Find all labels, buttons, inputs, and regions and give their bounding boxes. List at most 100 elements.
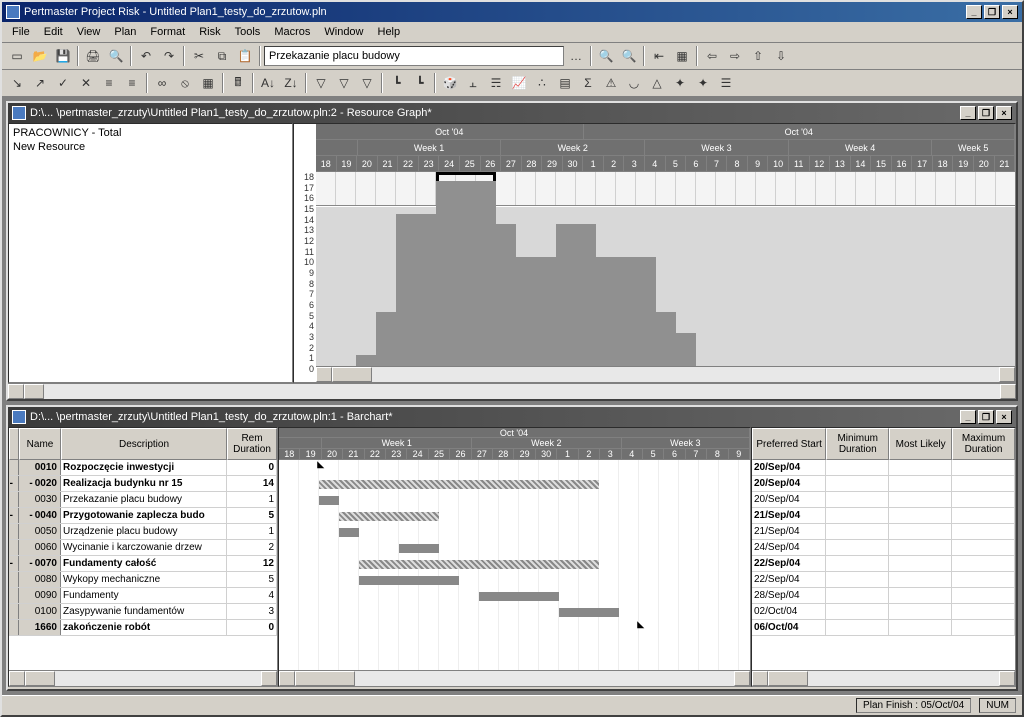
- risk-icon[interactable]: ⚠: [600, 72, 622, 94]
- cross-icon[interactable]: ✕: [75, 72, 97, 94]
- report-icon[interactable]: ▤: [554, 72, 576, 94]
- child2-max-button[interactable]: ❐: [978, 410, 994, 424]
- close-button[interactable]: ×: [1002, 5, 1018, 19]
- table-row[interactable]: 21/Sep/04: [752, 508, 1015, 524]
- extras-h-scrollbar[interactable]: [752, 670, 1015, 686]
- arrow-down-icon[interactable]: ⇩: [770, 45, 792, 67]
- trend-icon[interactable]: 📈: [508, 72, 530, 94]
- table-row[interactable]: 21/Sep/04: [752, 524, 1015, 540]
- filter3-icon[interactable]: ▽: [356, 72, 378, 94]
- paste-icon[interactable]: 📋: [234, 45, 256, 67]
- barchart-titlebar[interactable]: D:\... \pertmaster_zrzuty\Untitled Plan1…: [8, 407, 1016, 427]
- task-search-input[interactable]: [264, 46, 564, 66]
- link-icon[interactable]: ↘: [6, 72, 28, 94]
- scatter-icon[interactable]: ∴: [531, 72, 553, 94]
- validate-icon[interactable]: ✓: [52, 72, 74, 94]
- dice-icon[interactable]: 🎲: [439, 72, 461, 94]
- table-row[interactable]: 20/Sep/04: [752, 460, 1015, 476]
- table-row[interactable]: 28/Sep/04: [752, 588, 1015, 604]
- print-icon[interactable]: 🖨: [82, 45, 104, 67]
- col-name[interactable]: Name: [19, 428, 61, 460]
- col-rem[interactable]: Rem Duration: [227, 428, 277, 460]
- outdent-icon[interactable]: ≡: [98, 72, 120, 94]
- goto-start-icon[interactable]: ⇤: [648, 45, 670, 67]
- break-icon[interactable]: ⦸: [174, 72, 196, 94]
- col-max[interactable]: Maximum Duration: [952, 428, 1015, 460]
- child2-min-button[interactable]: _: [960, 410, 976, 424]
- resource-graph-titlebar[interactable]: D:\... \pertmaster_zrzuty\Untitled Plan1…: [8, 103, 1016, 123]
- col-desc[interactable]: Description: [61, 428, 227, 460]
- table-row[interactable]: 20/Sep/04: [752, 492, 1015, 508]
- extras-grid[interactable]: Preferred Start Minimum Duration Most Li…: [751, 427, 1016, 687]
- task-grid[interactable]: Name Description Rem Duration 0010Rozpoc…: [8, 427, 278, 687]
- preview-icon[interactable]: 🔍: [105, 45, 127, 67]
- sort-desc-icon[interactable]: Z↓: [280, 72, 302, 94]
- table-row[interactable]: 0060Wycinanie i karczowanie drzew2: [9, 540, 277, 556]
- network-icon[interactable]: ┗: [409, 72, 431, 94]
- curve-icon[interactable]: ◡: [623, 72, 645, 94]
- new-icon[interactable]: ▭: [6, 45, 28, 67]
- arrow-up-icon[interactable]: ⇧: [747, 45, 769, 67]
- histogram-icon[interactable]: ⫠: [462, 72, 484, 94]
- redo-icon[interactable]: ↷: [158, 45, 180, 67]
- resource-item-total[interactable]: PRACOWNICY - Total: [11, 126, 290, 140]
- maximize-button[interactable]: ❐: [984, 5, 1000, 19]
- zoom-in-icon[interactable]: 🔍: [595, 45, 617, 67]
- menu-help[interactable]: Help: [372, 24, 407, 40]
- filter-icon[interactable]: ▽: [310, 72, 332, 94]
- col-min[interactable]: Minimum Duration: [826, 428, 889, 460]
- arrow-left-icon[interactable]: ⇦: [701, 45, 723, 67]
- menu-edit[interactable]: Edit: [38, 24, 69, 40]
- table-row[interactable]: 0010Rozpoczęcie inwestycji0: [9, 460, 277, 476]
- table-row[interactable]: 0070Fundamenty całość12: [9, 556, 277, 572]
- star-icon[interactable]: ✦: [669, 72, 691, 94]
- cut-icon[interactable]: ✂: [188, 45, 210, 67]
- child1-max-button[interactable]: ❐: [978, 106, 994, 120]
- minimize-button[interactable]: _: [966, 5, 982, 19]
- table-row[interactable]: 1660zakończenie robót0: [9, 620, 277, 636]
- table-row[interactable]: 20/Sep/04: [752, 476, 1015, 492]
- dist-icon[interactable]: △: [646, 72, 668, 94]
- search-go-icon[interactable]: …: [565, 45, 587, 67]
- table-row[interactable]: 06/Oct/04: [752, 620, 1015, 636]
- unlink-icon[interactable]: ↗: [29, 72, 51, 94]
- grid-icon[interactable]: ▦: [197, 72, 219, 94]
- child2-close-button[interactable]: ×: [996, 410, 1012, 424]
- hierarchy-icon[interactable]: ┗: [386, 72, 408, 94]
- undo-icon[interactable]: ↶: [135, 45, 157, 67]
- menu-risk[interactable]: Risk: [193, 24, 226, 40]
- menu-file[interactable]: File: [6, 24, 36, 40]
- menu-plan[interactable]: Plan: [108, 24, 142, 40]
- sort-asc-icon[interactable]: A↓: [257, 72, 279, 94]
- calc-icon[interactable]: 🖩: [227, 72, 249, 94]
- more-icon[interactable]: ☰: [715, 72, 737, 94]
- table-row[interactable]: 0100Zasypywanie fundamentów3: [9, 604, 277, 620]
- col-pref[interactable]: Preferred Start: [752, 428, 826, 460]
- save-icon[interactable]: 💾: [52, 45, 74, 67]
- gantt-h-scrollbar[interactable]: [279, 670, 750, 686]
- grid-h-scrollbar[interactable]: [9, 670, 277, 686]
- menu-window[interactable]: Window: [318, 24, 369, 40]
- menu-format[interactable]: Format: [144, 24, 191, 40]
- table-row[interactable]: 0030Przekazanie placu budowy1: [9, 492, 277, 508]
- goto-today-icon[interactable]: ▦: [671, 45, 693, 67]
- table-row[interactable]: 0090Fundamenty4: [9, 588, 277, 604]
- arrow-right-icon[interactable]: ⇨: [724, 45, 746, 67]
- menu-view[interactable]: View: [71, 24, 107, 40]
- open-icon[interactable]: 📂: [29, 45, 51, 67]
- sigma-icon[interactable]: Σ: [577, 72, 599, 94]
- table-row[interactable]: 0080Wykopy mechaniczne5: [9, 572, 277, 588]
- chain-icon[interactable]: ∞: [151, 72, 173, 94]
- resource-list[interactable]: PRACOWNICY - Total New Resource: [8, 123, 293, 383]
- col-most[interactable]: Most Likely: [889, 428, 952, 460]
- filter2-icon[interactable]: ▽: [333, 72, 355, 94]
- copy-icon[interactable]: ⧉: [211, 45, 233, 67]
- table-row[interactable]: 24/Sep/04: [752, 540, 1015, 556]
- table-row[interactable]: 0040Przygotowanie zaplecza budo5: [9, 508, 277, 524]
- tornado-icon[interactable]: ☴: [485, 72, 507, 94]
- resource-item-new[interactable]: New Resource: [11, 140, 290, 154]
- child1-min-button[interactable]: _: [960, 106, 976, 120]
- menu-tools[interactable]: Tools: [229, 24, 267, 40]
- h-scrollbar[interactable]: [316, 366, 1015, 382]
- menu-macros[interactable]: Macros: [268, 24, 316, 40]
